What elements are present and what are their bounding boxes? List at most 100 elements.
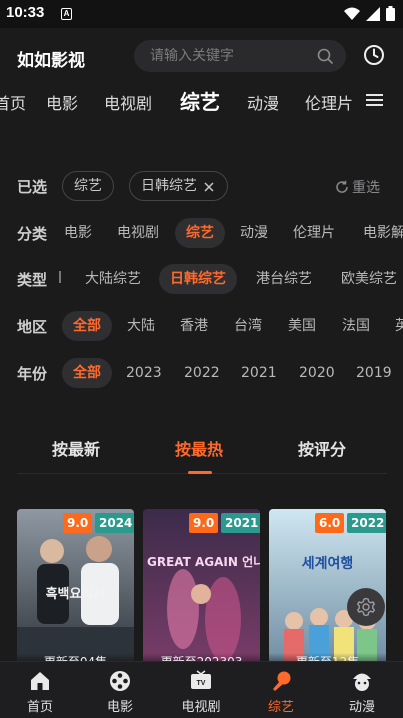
settings-fab[interactable] xyxy=(347,588,385,626)
menu-icon[interactable] xyxy=(366,93,383,107)
tab-ethics[interactable]: 伦理片 xyxy=(305,90,353,114)
region-chip-usa[interactable]: 美国 xyxy=(277,311,327,341)
year-chip-all[interactable]: 全部 xyxy=(62,358,112,388)
status-time: 10:33 xyxy=(6,4,45,21)
nav-item-home[interactable]: 首页 xyxy=(0,662,80,718)
scroll-hint xyxy=(59,271,61,283)
score-badge: 6.0 xyxy=(315,513,345,533)
search-box[interactable] xyxy=(134,40,346,72)
region-chip-france[interactable]: 法国 xyxy=(331,311,381,341)
sort-tab-hottest[interactable]: 按最热 xyxy=(175,436,223,460)
nav-label: 首页 xyxy=(26,700,53,715)
search-input[interactable] xyxy=(150,40,310,72)
poster-text: GREAT AGAIN 언니들 xyxy=(147,555,260,569)
selected-chip-jpkr-variety[interactable]: 日韩综艺 xyxy=(129,171,228,201)
notification-icon: A xyxy=(61,8,72,20)
filter-row-region: 地区 全部 大陆 香港 台湾 美国 法国 英 xyxy=(0,309,403,343)
year-badge: 2022 xyxy=(347,513,386,533)
result-card[interactable]: 세계여행 6.0 2022 更新至12集 xyxy=(269,509,386,661)
history-clock-icon[interactable] xyxy=(363,44,385,66)
sort-active-indicator xyxy=(188,471,212,474)
type-chip-western[interactable]: 欧美综艺 xyxy=(330,264,403,294)
result-card[interactable]: GREAT AGAIN 언니들 9.0 2021 更新至202303 xyxy=(143,509,260,661)
type-chip-mainland[interactable]: 大陆综艺 xyxy=(74,264,152,294)
nav-label: 电视剧 xyxy=(181,700,221,715)
film-reel-icon xyxy=(110,671,130,691)
gear-icon xyxy=(356,597,376,617)
system-icons xyxy=(344,6,395,21)
nav-item-anime[interactable]: 动漫 xyxy=(322,662,402,718)
region-chip-hongkong[interactable]: 香港 xyxy=(169,311,219,341)
poster-text: 흑백요리사 xyxy=(45,587,106,602)
year-chip-2020[interactable]: 2020 xyxy=(288,358,346,388)
category-chip-anime[interactable]: 动漫 xyxy=(229,218,279,248)
category-chip-tv-series[interactable]: 电视剧 xyxy=(106,218,170,248)
nav-item-movie[interactable]: 电影 xyxy=(80,662,160,718)
selected-chip-variety[interactable]: 综艺 xyxy=(62,171,114,201)
filter-label-selected: 已选 xyxy=(17,178,48,196)
reset-button[interactable]: 重选 xyxy=(335,177,380,197)
type-chip-hktw[interactable]: 港台综艺 xyxy=(245,264,323,294)
tab-movie[interactable]: 电影 xyxy=(46,90,78,114)
region-chip-mainland[interactable]: 大陆 xyxy=(116,311,166,341)
year-chip-2023[interactable]: 2023 xyxy=(115,358,173,388)
category-chip-variety[interactable]: 综艺 xyxy=(175,218,225,248)
filter-row-category: 分类 电影 电视剧 综艺 动漫 伦理片 电影解 xyxy=(0,216,403,250)
result-card[interactable]: 흑백요리사 9.0 2024 更新至04集 xyxy=(17,509,134,661)
nav-label: 综艺 xyxy=(267,700,294,715)
reset-label: 重选 xyxy=(352,180,380,196)
nav-item-tv[interactable]: TV 电视剧 xyxy=(161,662,241,718)
sort-tabs: 按最新 按最热 按评分 xyxy=(17,428,387,474)
score-badge: 9.0 xyxy=(189,513,219,533)
region-chip-all[interactable]: 全部 xyxy=(62,311,112,341)
poster-text: 세계여행 xyxy=(301,556,354,572)
signal-icon xyxy=(366,6,380,21)
sort-tab-latest[interactable]: 按最新 xyxy=(52,436,100,460)
tab-anime[interactable]: 动漫 xyxy=(247,90,279,114)
type-chip-jpkr[interactable]: 日韩综艺 xyxy=(159,264,237,294)
update-status: 更新至04集 xyxy=(17,653,134,661)
tv-icon: TV xyxy=(191,670,211,689)
sort-tab-rating[interactable]: 按评分 xyxy=(298,436,346,460)
filter-label-type: 类型 xyxy=(17,271,48,289)
anime-icon xyxy=(353,673,371,691)
update-status: 更新至12集 xyxy=(269,653,386,661)
category-chip-movie[interactable]: 电影 xyxy=(53,218,103,248)
filter-label-category: 分类 xyxy=(17,225,48,243)
svg-text:TV: TV xyxy=(197,680,206,687)
tab-variety[interactable]: 综艺 xyxy=(180,86,220,115)
tab-tv-series[interactable]: 电视剧 xyxy=(104,90,152,114)
filter-row-selected: 已选 综艺 日韩综艺 重选 xyxy=(0,169,403,203)
bottom-nav: 首页 电影 TV 电视剧 综艺 动漫 xyxy=(0,661,403,718)
category-chip-ethics[interactable]: 伦理片 xyxy=(282,218,346,248)
search-icon[interactable] xyxy=(317,48,333,64)
close-icon[interactable] xyxy=(204,182,214,192)
year-badge: 2021 xyxy=(221,513,260,533)
battery-icon xyxy=(386,6,395,21)
filter-label-region: 地区 xyxy=(17,318,48,336)
nav-label: 动漫 xyxy=(348,700,375,715)
nav-item-variety[interactable]: 综艺 xyxy=(241,662,321,718)
region-chip-uk[interactable]: 英 xyxy=(384,311,403,341)
nav-label: 电影 xyxy=(106,700,133,715)
main-category-tabs: 首页 电影 电视剧 综艺 动漫 伦理片 xyxy=(0,84,403,118)
app-title: 如如影视 xyxy=(17,51,85,71)
region-chip-taiwan[interactable]: 台湾 xyxy=(223,311,273,341)
selected-chip-label: 日韩综艺 xyxy=(141,178,197,194)
refresh-icon xyxy=(336,180,348,193)
filter-label-year: 年份 xyxy=(17,365,48,383)
year-badge: 2024 xyxy=(95,513,134,533)
filter-row-type: 类型 大陆综艺 日韩综艺 港台综艺 欧美综艺 xyxy=(0,262,403,296)
update-status: 更新至202303 xyxy=(143,653,260,661)
microphone-icon xyxy=(273,671,291,691)
wifi-icon xyxy=(344,7,360,20)
year-chip-2021[interactable]: 2021 xyxy=(230,358,288,388)
tab-home[interactable]: 首页 xyxy=(0,90,26,114)
app-header: 如如影视 xyxy=(0,28,403,84)
score-badge: 9.0 xyxy=(63,513,93,533)
year-chip-2022[interactable]: 2022 xyxy=(173,358,231,388)
category-chip-movie-explain[interactable]: 电影解 xyxy=(352,218,403,248)
status-bar: 10:33 A xyxy=(0,0,403,28)
results-grid: 흑백요리사 9.0 2024 更新至04集 GREAT AGAIN 언니들 9.… xyxy=(0,509,403,661)
year-chip-2019[interactable]: 2019 xyxy=(345,358,403,388)
